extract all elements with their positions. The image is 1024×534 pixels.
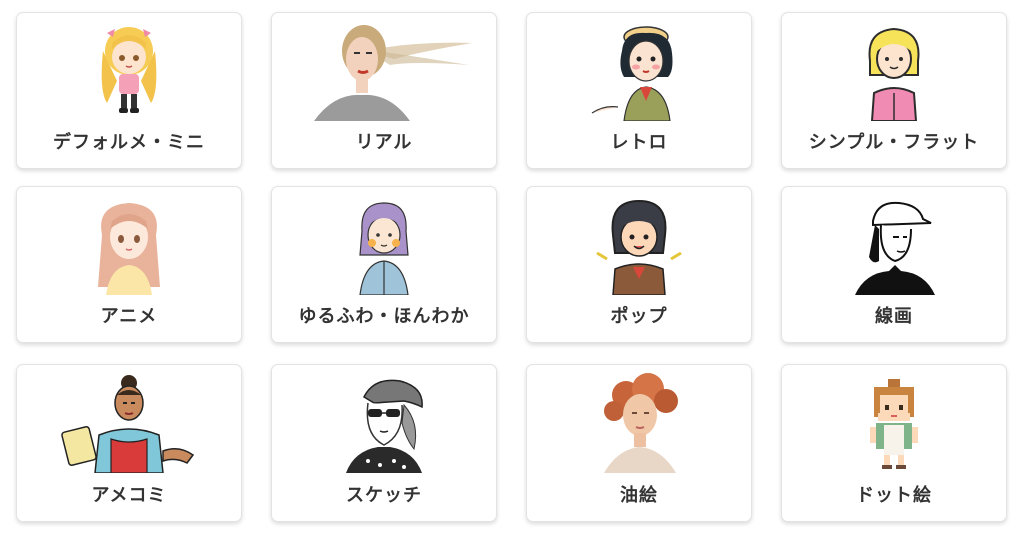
style-label: ゆるふわ・ほんわか bbox=[298, 306, 470, 327]
style-label: 油絵 bbox=[620, 485, 658, 506]
illustration-style-grid: デフォルメ・ミニ リアル レトロ シンプル・フラット アニメ ゆるふわ・ほんわか… bbox=[0, 0, 1024, 534]
realistic-woman-icon bbox=[272, 21, 496, 121]
style-label: デフォルメ・ミニ bbox=[53, 132, 205, 153]
style-label: スケッチ bbox=[346, 485, 422, 506]
style-label: シンプル・フラット bbox=[808, 132, 980, 153]
soft-girl-icon bbox=[272, 195, 496, 295]
style-card-line-art[interactable]: 線画 bbox=[781, 186, 1007, 343]
style-card-oil-painting[interactable]: 油絵 bbox=[526, 364, 752, 522]
anime-girl-icon bbox=[17, 195, 241, 295]
style-card-pop[interactable]: ポップ bbox=[526, 186, 752, 343]
line-art-icon bbox=[782, 195, 1006, 295]
style-label: リアル bbox=[355, 132, 413, 153]
sketch-woman-icon bbox=[272, 373, 496, 473]
style-card-anime[interactable]: アニメ bbox=[16, 186, 242, 343]
style-label: 線画 bbox=[875, 306, 913, 327]
style-card-retro[interactable]: レトロ bbox=[526, 12, 752, 169]
style-label: ポップ bbox=[610, 306, 668, 327]
style-label: レトロ bbox=[610, 132, 668, 153]
style-card-pixel-art[interactable]: ドット絵 bbox=[781, 364, 1007, 522]
american-comic-icon bbox=[17, 373, 241, 473]
pixel-art-icon bbox=[782, 373, 1006, 473]
style-card-soft[interactable]: ゆるふわ・ほんわか bbox=[271, 186, 497, 343]
style-card-simple-flat[interactable]: シンプル・フラット bbox=[781, 12, 1007, 169]
pop-girl-icon bbox=[527, 195, 751, 295]
style-card-american-comic[interactable]: アメコミ bbox=[16, 364, 242, 522]
retro-woman-icon bbox=[527, 21, 751, 121]
style-label: アニメ bbox=[100, 306, 158, 327]
chibi-girl-icon bbox=[17, 21, 241, 121]
style-card-sketch[interactable]: スケッチ bbox=[271, 364, 497, 522]
flat-girl-icon bbox=[782, 21, 1006, 121]
style-card-deformed-mini[interactable]: デフォルメ・ミニ bbox=[16, 12, 242, 169]
oil-painting-icon bbox=[527, 373, 751, 473]
style-label: アメコミ bbox=[91, 485, 167, 506]
style-label: ドット絵 bbox=[856, 485, 932, 506]
style-card-real[interactable]: リアル bbox=[271, 12, 497, 169]
